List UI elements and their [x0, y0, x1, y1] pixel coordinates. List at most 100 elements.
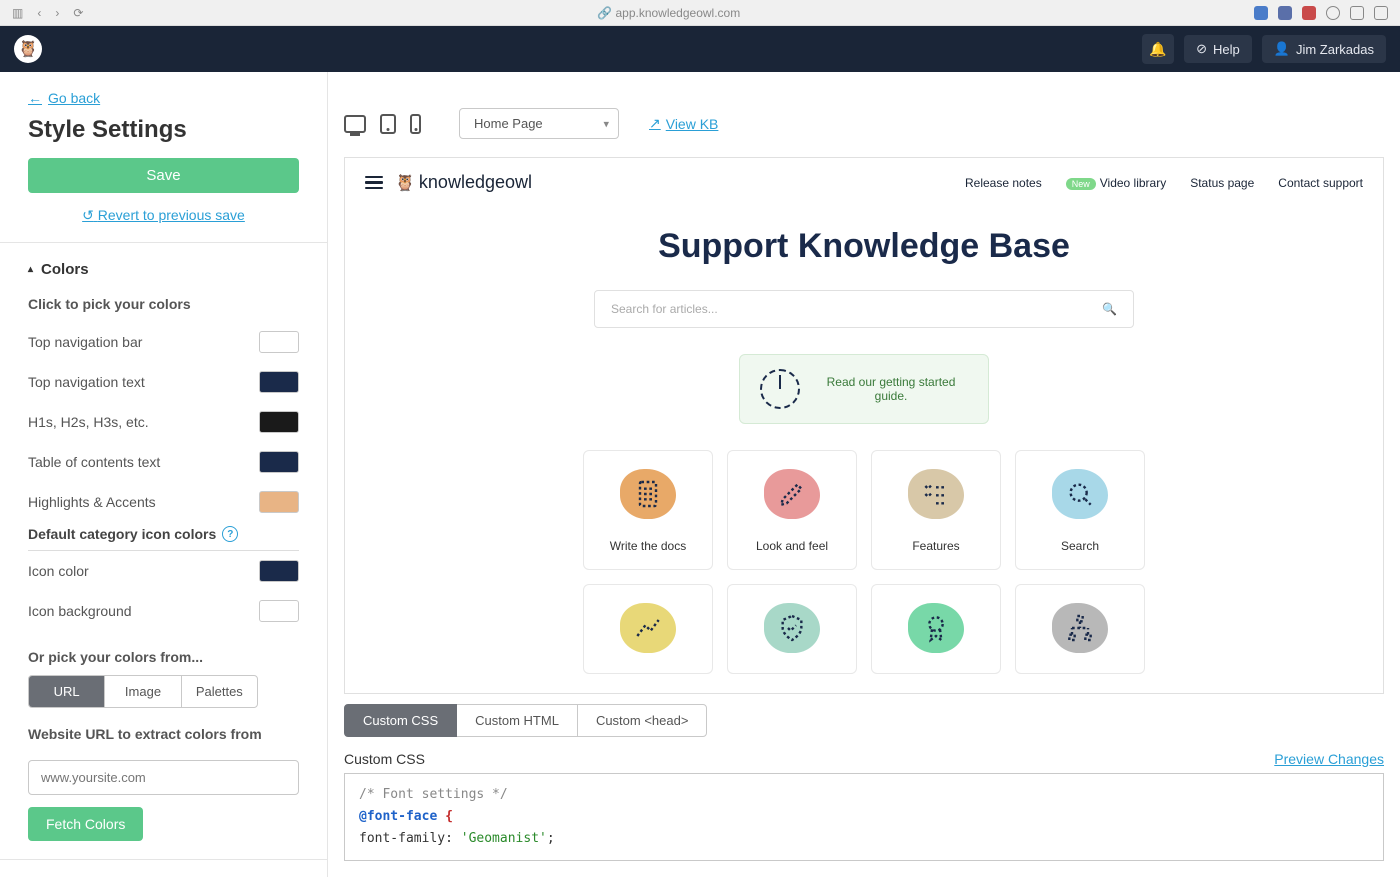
- app-logo[interactable]: 🦉: [14, 35, 42, 63]
- seg-palettes[interactable]: Palettes: [182, 676, 257, 707]
- preview-nav: Release notes NewVideo library Status pa…: [965, 176, 1363, 190]
- card-look-feel[interactable]: Look and feel: [727, 450, 857, 570]
- owl-icon: 🦉: [395, 173, 415, 193]
- help-button[interactable]: ⊘ Help: [1184, 35, 1252, 63]
- preview-changes-link[interactable]: Preview Changes: [1274, 751, 1384, 767]
- app-header: 🦉 🔔 ⊘ Help 👤 Jim Zarkadas: [0, 26, 1400, 72]
- card-row2-1[interactable]: [583, 584, 713, 674]
- url-extract-label: Website URL to extract colors from: [28, 726, 299, 742]
- colors-section-toggle[interactable]: ▴ Colors: [28, 261, 299, 278]
- arrow-left-icon: ←: [28, 90, 42, 106]
- tab-custom-head[interactable]: Custom <head>: [577, 704, 708, 737]
- code-editor[interactable]: /* Font settings */ @font-face { font-fa…: [344, 773, 1384, 861]
- color-row-top-nav-text: Top navigation text: [28, 362, 299, 402]
- sidebar: ← Go back Style Settings Save ↺ Revert t…: [0, 72, 328, 877]
- history-icon: ↺: [82, 207, 94, 223]
- color-row-icon-color: Icon color: [28, 551, 299, 591]
- help-tooltip-icon[interactable]: ?: [222, 526, 238, 542]
- device-tablet-icon[interactable]: [380, 114, 396, 134]
- website-url-input[interactable]: [28, 760, 299, 795]
- getting-started-callout[interactable]: Read our getting started guide.: [739, 354, 989, 424]
- reload-icon[interactable]: ⟳: [73, 6, 83, 20]
- card-search[interactable]: Search: [1015, 450, 1145, 570]
- device-desktop-icon[interactable]: [344, 115, 366, 133]
- card-features[interactable]: Features: [871, 450, 1001, 570]
- caret-up-icon: ▴: [28, 264, 33, 275]
- category-icon-colors-heading: Default category icon colors ?: [28, 526, 299, 551]
- hierarchy-icon: [1064, 612, 1096, 644]
- page-title: Style Settings: [28, 116, 299, 144]
- card-row2-3[interactable]: [871, 584, 1001, 674]
- person-icon: 👤: [1274, 41, 1290, 57]
- editor-tabs: Custom CSS Custom HTML Custom <head>: [328, 694, 1400, 737]
- or-pick-label: Or pick your colors from...: [28, 649, 299, 665]
- pick-colors-label: Click to pick your colors: [28, 296, 299, 312]
- tab-custom-css[interactable]: Custom CSS: [344, 704, 457, 737]
- browser-extensions: [1254, 6, 1388, 20]
- page-select[interactable]: Home Page: [459, 108, 619, 139]
- editor-label: Custom CSS: [344, 751, 425, 767]
- tab-custom-html[interactable]: Custom HTML: [457, 704, 577, 737]
- nav-contact-support[interactable]: Contact support: [1278, 176, 1363, 190]
- save-button[interactable]: Save: [28, 158, 299, 193]
- color-row-toc-text: Table of contents text: [28, 442, 299, 482]
- nav-video-library[interactable]: NewVideo library: [1066, 176, 1167, 190]
- browser-url: 🔗 app.knowledgeowl.com: [97, 6, 1240, 20]
- go-back-link[interactable]: ← Go back: [28, 90, 100, 106]
- device-phone-icon[interactable]: [410, 114, 421, 134]
- card-row2-4[interactable]: [1015, 584, 1145, 674]
- swatch-icon-bg[interactable]: [259, 600, 299, 622]
- swatch-top-nav-bar[interactable]: [259, 331, 299, 353]
- nav-release-notes[interactable]: Release notes: [965, 176, 1042, 190]
- power-icon: [760, 369, 800, 409]
- badge-icon: [920, 612, 952, 644]
- seg-image[interactable]: Image: [105, 676, 181, 707]
- nav-status-page[interactable]: Status page: [1190, 176, 1254, 190]
- source-segment: URL Image Palettes: [28, 675, 258, 708]
- revert-link[interactable]: ↺ Revert to previous save: [28, 207, 299, 224]
- lock-icon: 🔗: [597, 6, 612, 20]
- document-icon: [632, 478, 664, 510]
- color-row-headings: H1s, H2s, H3s, etc.: [28, 402, 299, 442]
- swatch-icon-color[interactable]: [259, 560, 299, 582]
- preview-frame: 🦉 knowledgeowl Release notes NewVideo li…: [344, 157, 1384, 694]
- seg-url[interactable]: URL: [29, 676, 105, 707]
- color-row-icon-bg: Icon background: [28, 591, 299, 631]
- hamburger-icon[interactable]: [365, 176, 383, 190]
- card-write-docs[interactable]: Write the docs: [583, 450, 713, 570]
- help-icon: ⊘: [1196, 41, 1207, 57]
- ext-icon-1[interactable]: [1254, 6, 1268, 20]
- user-menu[interactable]: 👤 Jim Zarkadas: [1262, 35, 1386, 63]
- main-area: Home Page ↗ View KB 🦉 knowledgeowl Relea…: [328, 72, 1400, 877]
- color-row-top-nav-bar: Top navigation bar: [28, 322, 299, 362]
- swatch-highlights[interactable]: [259, 491, 299, 513]
- preview-brand[interactable]: 🦉 knowledgeowl: [395, 172, 532, 193]
- swatch-toc-text[interactable]: [259, 451, 299, 473]
- card-row2-2[interactable]: [727, 584, 857, 674]
- swatch-top-nav-text[interactable]: [259, 371, 299, 393]
- fetch-colors-button[interactable]: Fetch Colors: [28, 807, 143, 841]
- ext-icon-5[interactable]: [1350, 6, 1364, 20]
- color-row-highlights: Highlights & Accents: [28, 482, 299, 522]
- magnifier-icon: [1064, 478, 1096, 510]
- view-kb-link[interactable]: ↗ View KB: [649, 115, 718, 132]
- preview-search[interactable]: Search for articles... 🔍: [594, 290, 1134, 328]
- swatch-headings[interactable]: [259, 411, 299, 433]
- shield-check-icon: [776, 612, 808, 644]
- notifications-button[interactable]: 🔔: [1142, 34, 1174, 64]
- preview-toolbar: Home Page ↗ View KB: [328, 72, 1400, 157]
- chart-icon: [632, 612, 664, 644]
- forward-icon[interactable]: ›: [55, 6, 59, 20]
- back-icon[interactable]: ‹: [37, 6, 41, 20]
- preview-hero-title: Support Knowledge Base: [385, 227, 1343, 266]
- sidebar-toggle-icon[interactable]: ▥: [12, 6, 23, 20]
- ext-icon-6[interactable]: [1374, 6, 1388, 20]
- ext-icon-3[interactable]: [1302, 6, 1316, 20]
- external-link-icon: ↗: [649, 115, 661, 132]
- ext-icon-2[interactable]: [1278, 6, 1292, 20]
- checklist-icon: [920, 478, 952, 510]
- preview-header: 🦉 knowledgeowl Release notes NewVideo li…: [345, 158, 1383, 207]
- ext-icon-4[interactable]: [1326, 6, 1340, 20]
- search-icon: 🔍: [1102, 302, 1117, 316]
- bell-icon: 🔔: [1149, 41, 1166, 58]
